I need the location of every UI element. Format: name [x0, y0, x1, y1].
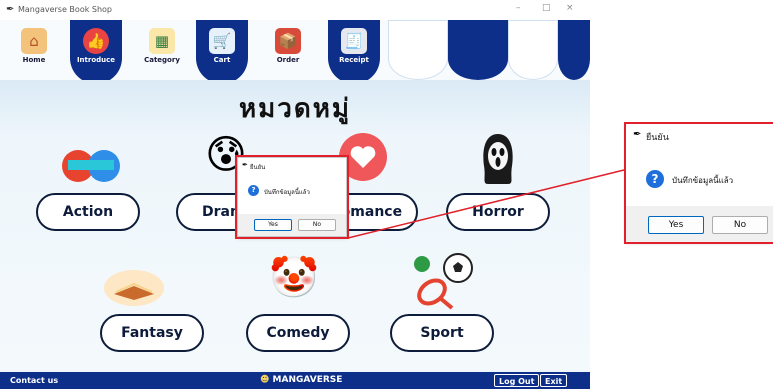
- zoomed-highlight-box: [624, 122, 773, 244]
